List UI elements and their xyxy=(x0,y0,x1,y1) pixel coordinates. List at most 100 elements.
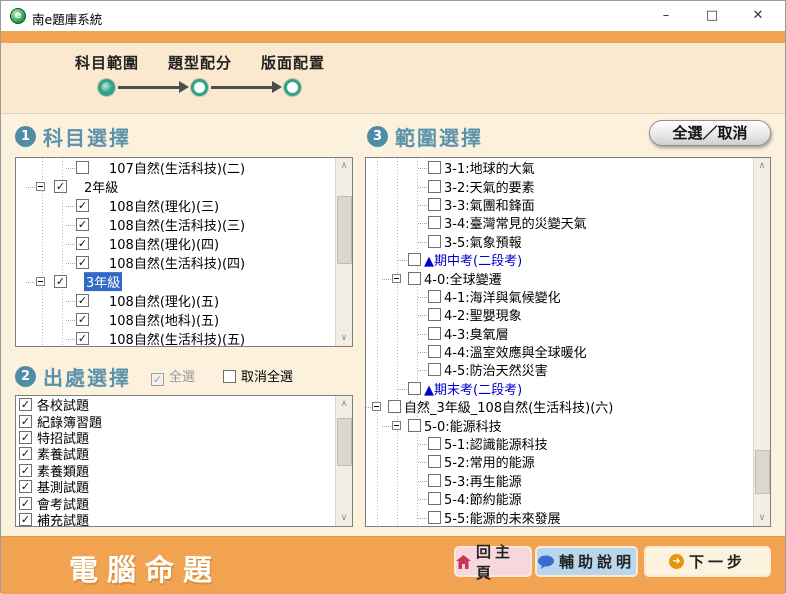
tree-row-label[interactable]: 5-5:能源的未來發展 xyxy=(444,508,561,527)
next-step-button[interactable]: ➜ 下一步 xyxy=(646,548,769,575)
checkbox[interactable]: ✓ xyxy=(19,398,32,411)
checkbox[interactable] xyxy=(428,216,441,229)
checkbox[interactable]: ✓ xyxy=(76,199,89,212)
tree-row[interactable]: 3-2:天氣的要素 xyxy=(366,177,753,195)
checkbox[interactable]: ✓ xyxy=(151,373,164,386)
scroll-down-icon[interactable]: ∨ xyxy=(336,330,352,346)
tree-row-label[interactable]: 4-3:臭氧層 xyxy=(444,324,509,343)
tree-row-label[interactable]: 5-4:節約能源 xyxy=(444,489,522,508)
checkbox[interactable] xyxy=(76,161,89,174)
tree-row-label[interactable]: 5-0:能源科技 xyxy=(424,416,502,435)
checkbox[interactable]: ✓ xyxy=(76,256,89,269)
tree-collapse-icon[interactable] xyxy=(392,421,401,430)
tree-row[interactable]: 5-2:常用的能源 xyxy=(366,453,753,471)
scroll-up-icon[interactable]: ∧ xyxy=(336,396,352,412)
scrollbar-thumb[interactable] xyxy=(337,196,352,264)
tree-row[interactable]: ▲期末考(二段考) xyxy=(366,380,753,398)
tree-row[interactable]: ✓ 108自然(生活科技)(四) xyxy=(16,253,335,272)
checkbox[interactable] xyxy=(223,370,236,383)
checkbox[interactable] xyxy=(428,492,441,505)
tree-row[interactable]: 5-3:再生能源 xyxy=(366,472,753,490)
tree-collapse-icon[interactable] xyxy=(36,182,45,191)
tree-row[interactable]: 3-1:地球的大氣 xyxy=(366,159,753,177)
checkbox[interactable]: ✓ xyxy=(76,218,89,231)
checkbox[interactable] xyxy=(428,180,441,193)
tree-row[interactable]: ✓108自然(生活科技)(五) xyxy=(16,329,335,347)
tree-row-label[interactable]: 108自然(生活科技)(四) xyxy=(109,253,245,272)
list-item-label[interactable]: 補充試題 xyxy=(37,510,89,527)
checkbox[interactable] xyxy=(428,474,441,487)
tree-row[interactable]: 107自然(生活科技)(二) xyxy=(16,158,335,177)
tree-row[interactable]: 3-4:臺灣常見的災變天氣 xyxy=(366,214,753,232)
deselect-all-checkbox[interactable]: 取消全選 xyxy=(223,366,293,385)
checkbox[interactable] xyxy=(428,327,441,340)
checkbox[interactable] xyxy=(428,345,441,358)
tree-row[interactable]: 5-4:節約能源 xyxy=(366,490,753,508)
tree-row[interactable]: 4-4:溫室效應與全球暖化 xyxy=(366,343,753,361)
checkbox[interactable] xyxy=(428,511,441,524)
tree-row[interactable]: 5-1:認識能源科技 xyxy=(366,435,753,453)
list-item[interactable]: ✓ 補充試題 xyxy=(16,512,335,527)
subject-scrollbar[interactable]: ∧ ∨ xyxy=(335,158,352,346)
tree-row-label[interactable]: 108自然(生活科技)(三) xyxy=(109,215,245,234)
checkbox[interactable] xyxy=(428,290,441,303)
checkbox[interactable] xyxy=(408,253,421,266)
checkbox[interactable]: ✓ xyxy=(19,447,32,460)
select-all-checkbox[interactable]: ✓全選 xyxy=(151,366,195,386)
checkbox[interactable] xyxy=(428,437,441,450)
checkbox[interactable]: ✓ xyxy=(19,431,32,444)
checkbox[interactable]: ✓ xyxy=(19,513,32,526)
tree-row-label[interactable]: 5-3:再生能源 xyxy=(444,471,522,490)
tree-row[interactable]: 4-3:臭氧層 xyxy=(366,325,753,343)
checkbox[interactable] xyxy=(428,198,441,211)
tree-row[interactable]: 4-2:聖嬰現象 xyxy=(366,306,753,324)
checkbox[interactable] xyxy=(428,363,441,376)
tree-row[interactable]: ✓ 108自然(地科)(五) xyxy=(16,310,335,329)
tree-collapse-icon[interactable] xyxy=(372,402,381,411)
tree-row-label[interactable]: 108自然(理化)(四) xyxy=(109,234,219,253)
checkbox[interactable] xyxy=(428,308,441,321)
checkbox[interactable]: ✓ xyxy=(76,294,89,307)
tree-row[interactable]: 5-0:能源科技 xyxy=(366,416,753,434)
tree-collapse-icon[interactable] xyxy=(36,277,45,286)
minimize-button[interactable]: – xyxy=(643,1,689,31)
tree-row-label[interactable]: 5-1:認識能源科技 xyxy=(444,434,548,453)
range-scrollbar[interactable]: ∧ ∨ xyxy=(753,158,770,526)
checkbox[interactable] xyxy=(408,419,421,432)
tree-row[interactable]: ✓108自然(理化)(五) xyxy=(16,291,335,310)
scroll-down-icon[interactable]: ∨ xyxy=(754,510,770,526)
tree-row-label[interactable]: 4-5:防治天然災害 xyxy=(444,361,548,380)
checkbox[interactable]: ✓ xyxy=(54,180,67,193)
maximize-button[interactable]: □ xyxy=(689,1,735,31)
scroll-up-icon[interactable]: ∧ xyxy=(754,158,770,174)
scrollbar-thumb[interactable] xyxy=(337,418,352,466)
checkbox[interactable] xyxy=(428,455,441,468)
tree-row-label[interactable]: 3-1:地球的大氣 xyxy=(444,158,535,177)
checkbox[interactable]: ✓ xyxy=(54,275,67,288)
scrollbar-thumb[interactable] xyxy=(755,450,770,494)
tree-row-label[interactable]: 108自然(地科)(五) xyxy=(109,310,219,329)
tree-row[interactable]: 4-1:海洋與氣候變化 xyxy=(366,288,753,306)
scroll-up-icon[interactable]: ∧ xyxy=(336,158,352,174)
checkbox[interactable]: ✓ xyxy=(76,237,89,250)
tree-row[interactable]: 4-0:全球變遷 xyxy=(366,269,753,287)
tree-row-label[interactable]: 3年級 xyxy=(84,272,122,291)
source-scrollbar[interactable]: ∧ ∨ xyxy=(335,396,352,526)
tree-row-label[interactable]: 3-5:氣象預報 xyxy=(444,232,522,251)
tree-row-label[interactable]: 4-2:聖嬰現象 xyxy=(444,305,522,324)
tree-row-label[interactable]: 2年級 xyxy=(84,177,118,196)
checkbox[interactable] xyxy=(408,382,421,395)
tree-row-label[interactable]: 自然_3年級_108自然(生活科技)(六) xyxy=(404,397,613,416)
tree-row-label[interactable]: 3-3:氣團和鋒面 xyxy=(444,195,535,214)
close-button[interactable]: ✕ xyxy=(735,1,781,31)
tree-row-label[interactable]: 4-1:海洋與氣候變化 xyxy=(444,287,561,306)
tree-row[interactable]: ✓ 3年級 xyxy=(16,272,335,291)
checkbox[interactable] xyxy=(428,235,441,248)
checkbox[interactable]: ✓ xyxy=(19,415,32,428)
tree-row-label[interactable]: ▲期末考(二段考) xyxy=(424,379,522,398)
select-all-toggle-button[interactable]: 全選／取消 xyxy=(649,120,771,146)
tree-row[interactable]: 5-5:能源的未來發展 xyxy=(366,508,753,526)
tree-row-label[interactable]: 3-2:天氣的要素 xyxy=(444,177,535,196)
checkbox[interactable]: ✓ xyxy=(76,313,89,326)
tree-row[interactable]: 4-5:防治天然災害 xyxy=(366,361,753,379)
